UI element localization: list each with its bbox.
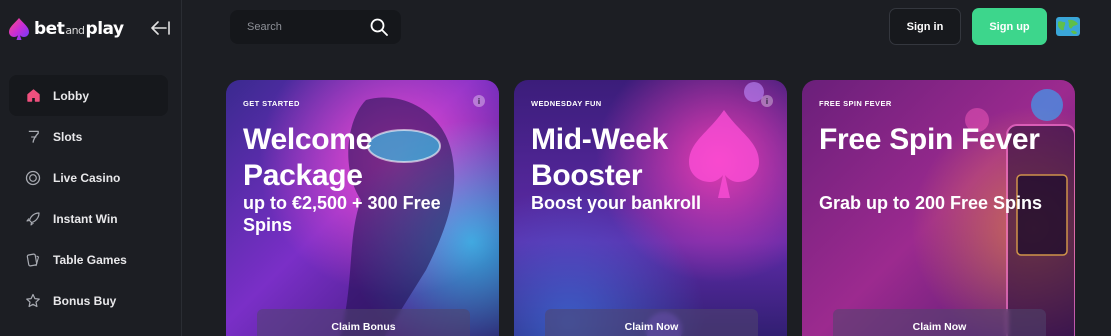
live-casino-chip-icon (24, 169, 42, 187)
spade-logo-icon (9, 18, 29, 40)
promo-eyebrow: GET STARTED (243, 99, 300, 108)
claim-now-button[interactable]: Claim Now (545, 309, 758, 336)
arrow-left-collapse-icon (151, 21, 170, 35)
promo-eyebrow: WEDNESDAY FUN (531, 99, 602, 108)
slots-seven-icon (24, 128, 42, 146)
promo-subtitle: Boost your bankroll (531, 193, 702, 213)
sidebar: betandplay Lobby Slots Live Casino Insta… (0, 0, 182, 336)
rocket-icon (24, 210, 42, 228)
sidebar-item-table-games[interactable]: Table Games (9, 239, 168, 280)
promo-title: Mid-Week Booster (531, 123, 669, 192)
claim-now-button[interactable]: Claim Now (833, 309, 1046, 336)
sidebar-item-label: Live Casino (53, 170, 121, 185)
promo-eyebrow: FREE SPIN FEVER (819, 99, 892, 108)
info-icon[interactable]: i (473, 95, 485, 107)
sidebar-item-label: Lobby (53, 88, 89, 103)
promo-card-welcome[interactable]: i GET STARTED Welcome Package up to €2,5… (226, 80, 499, 336)
sidebar-item-instant-win[interactable]: Instant Win (9, 198, 168, 239)
star-icon (24, 292, 42, 310)
globe-language-icon[interactable] (1056, 17, 1080, 36)
sign-in-button[interactable]: Sign in (889, 8, 961, 45)
search-box[interactable] (230, 10, 401, 44)
info-icon[interactable]: i (761, 95, 773, 107)
sidebar-nav: Lobby Slots Live Casino Instant Win Tabl… (9, 75, 168, 321)
claim-bonus-button[interactable]: Claim Bonus (257, 309, 470, 336)
sidebar-item-label: Table Games (53, 252, 127, 267)
sidebar-item-live-casino[interactable]: Live Casino (9, 157, 168, 198)
cards-icon (24, 251, 42, 269)
sidebar-item-slots[interactable]: Slots (9, 116, 168, 157)
collapse-sidebar-button[interactable] (150, 18, 172, 38)
sidebar-item-lobby[interactable]: Lobby (9, 75, 168, 116)
promo-title: Welcome Package (243, 123, 373, 192)
promo-title: Free Spin Fever (819, 123, 1040, 156)
search-icon[interactable] (369, 17, 389, 37)
promo-subtitle: up to €2,500 + 300 Free Spins (243, 193, 441, 235)
brand-wordmark: betandplay (34, 19, 124, 39)
brand-logo[interactable]: betandplay (8, 16, 124, 42)
app-root: betandplay Lobby Slots Live Casino Insta… (0, 0, 1111, 336)
sign-up-button[interactable]: Sign up (972, 8, 1047, 45)
sidebar-item-bonus-buy[interactable]: Bonus Buy (9, 280, 168, 321)
sidebar-item-label: Slots (53, 129, 83, 144)
sidebar-item-label: Instant Win (53, 211, 118, 226)
promo-subtitle: Grab up to 200 Free Spins (819, 193, 1043, 213)
sidebar-item-label: Bonus Buy (53, 293, 117, 308)
promo-card-midweek[interactable]: i WEDNESDAY FUN Mid-Week Booster Boost y… (514, 80, 787, 336)
search-input[interactable] (247, 21, 357, 33)
home-icon (24, 87, 42, 105)
promo-card-free-spin[interactable]: FREE SPIN FEVER Free Spin Fever Grab up … (802, 80, 1075, 336)
